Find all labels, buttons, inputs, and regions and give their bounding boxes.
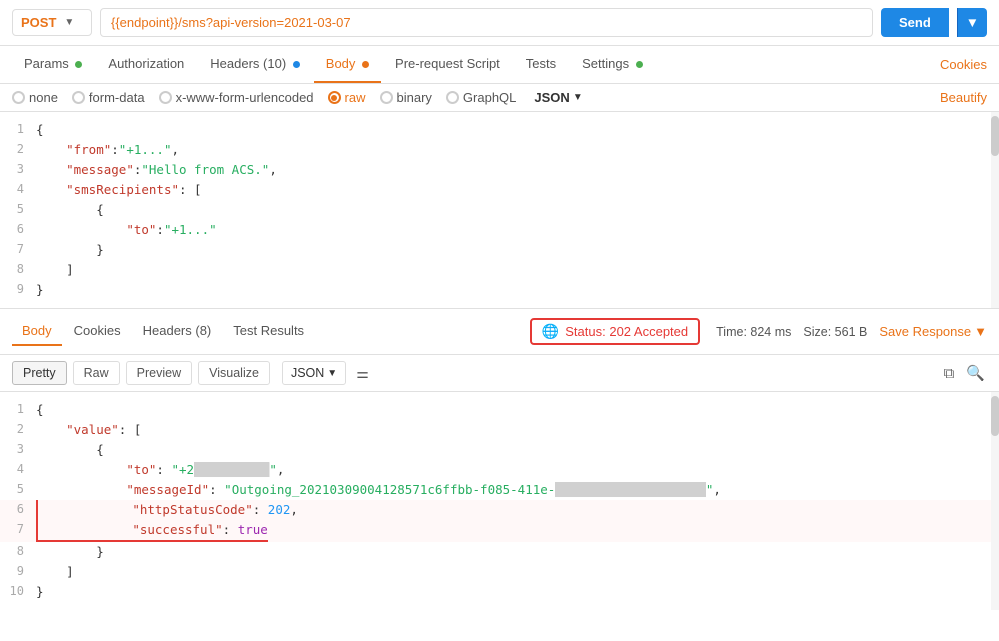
format-urlencoded[interactable]: x-www-form-urlencoded [159, 90, 314, 105]
req-line-8: 8 ] [0, 260, 999, 280]
resp-action-icons: ⧉ 🔍 [942, 362, 987, 384]
top-bar: POST ▼ Send ▼ [0, 0, 999, 46]
resp-tab-cookies[interactable]: Cookies [64, 317, 131, 346]
req-line-7: 7 } [0, 240, 999, 260]
req-line-3: 3 "message":"Hello from ACS.", [0, 160, 999, 180]
form-data-radio[interactable] [72, 91, 85, 104]
method-label: POST [21, 15, 56, 30]
format-none[interactable]: none [12, 90, 58, 105]
headers-dot [293, 61, 300, 68]
resp-tab-test-results[interactable]: Test Results [223, 317, 314, 346]
resp-line-4: 4 "to": "+2██████████", [0, 460, 999, 480]
req-line-2: 2 "from":"+1...", [0, 140, 999, 160]
view-visualize[interactable]: Visualize [198, 361, 270, 385]
resp-line-8: 8 } [0, 542, 999, 562]
method-chevron: ▼ [64, 17, 74, 28]
resp-line-6: 6 "httpStatusCode": 202, [0, 500, 999, 520]
cookies-link[interactable]: Cookies [940, 57, 987, 72]
status-text: Status: 202 Accepted [565, 324, 688, 339]
format-form-data[interactable]: form-data [72, 90, 145, 105]
save-response-button[interactable]: Save Response ▼ [879, 324, 987, 339]
time-info: Time: 824 ms [716, 325, 791, 339]
resp-scroll-thumb [991, 396, 999, 436]
resp-scrollbar-v[interactable] [991, 392, 999, 610]
req-line-1: 1 { [0, 120, 999, 140]
resp-line-7: 7 "successful": true [0, 520, 999, 542]
urlencoded-radio[interactable] [159, 91, 172, 104]
json-type-select[interactable]: JSON ▼ [534, 90, 582, 105]
scroll-thumb [991, 116, 999, 156]
view-pretty[interactable]: Pretty [12, 361, 67, 385]
req-line-6: 6 "to":"+1..." [0, 220, 999, 240]
size-info: Size: 561 B [803, 325, 867, 339]
tab-prerequest[interactable]: Pre-request Script [383, 46, 512, 83]
response-header: Body Cookies Headers (8) Test Results 🌐 … [0, 309, 999, 355]
body-dot [362, 61, 369, 68]
resp-line-1: 1 { [0, 400, 999, 420]
globe-icon: 🌐 [542, 323, 559, 340]
save-response-chevron: ▼ [974, 324, 987, 339]
graphql-radio[interactable] [446, 91, 459, 104]
settings-dot [636, 61, 643, 68]
resp-line-2: 2 "value": [ [0, 420, 999, 440]
resp-tab-body[interactable]: Body [12, 317, 62, 346]
view-raw[interactable]: Raw [73, 361, 120, 385]
format-graphql[interactable]: GraphQL [446, 90, 516, 105]
none-radio[interactable] [12, 91, 25, 104]
tab-params[interactable]: Params [12, 46, 94, 83]
resp-line-9: 9 ] [0, 562, 999, 582]
nav-tabs: Params Authorization Headers (10) Body P… [0, 46, 999, 84]
json-type-chevron: ▼ [573, 92, 583, 103]
tab-authorization[interactable]: Authorization [96, 46, 196, 83]
format-binary[interactable]: binary [380, 90, 432, 105]
tab-settings[interactable]: Settings [570, 46, 655, 83]
scrollbar-v[interactable] [991, 112, 999, 308]
format-bar: none form-data x-www-form-urlencoded raw… [0, 84, 999, 112]
resp-line-10: 10 } [0, 582, 999, 602]
resp-json-label: JSON [291, 366, 324, 380]
meta-info: Time: 824 ms Size: 561 B Save Response ▼ [716, 324, 987, 339]
status-badge: 🌐 Status: 202 Accepted [530, 318, 700, 345]
req-line-9: 9 } [0, 280, 999, 300]
raw-radio[interactable] [328, 91, 341, 104]
resp-json-chevron: ▼ [327, 368, 337, 379]
view-preview[interactable]: Preview [126, 361, 192, 385]
method-select[interactable]: POST ▼ [12, 9, 92, 36]
resp-json-select[interactable]: JSON ▼ [282, 361, 346, 385]
resp-tab-headers[interactable]: Headers (8) [133, 317, 222, 346]
tab-headers[interactable]: Headers (10) [198, 46, 311, 83]
search-icon[interactable]: 🔍 [964, 362, 987, 384]
send-dropdown-button[interactable]: ▼ [957, 8, 987, 37]
req-line-4: 4 "smsRecipients": [ [0, 180, 999, 200]
beautify-button[interactable]: Beautify [940, 90, 987, 105]
filter-icon[interactable]: ⚌ [356, 365, 369, 382]
resp-line-3: 3 { [0, 440, 999, 460]
tab-tests[interactable]: Tests [514, 46, 568, 83]
format-raw[interactable]: raw [328, 90, 366, 105]
binary-radio[interactable] [380, 91, 393, 104]
copy-icon[interactable]: ⧉ [942, 362, 957, 384]
req-line-5: 5 { [0, 200, 999, 220]
response-format-bar: Pretty Raw Preview Visualize JSON ▼ ⚌ ⧉ … [0, 355, 999, 392]
tab-body[interactable]: Body [314, 46, 381, 83]
params-dot [75, 61, 82, 68]
request-body-editor[interactable]: 1 { 2 "from":"+1...", 3 "message":"Hello… [0, 112, 999, 309]
send-button[interactable]: Send [881, 8, 949, 37]
json-type-label: JSON [534, 90, 569, 105]
url-input[interactable] [100, 8, 873, 37]
resp-line-5: 5 "messageId": "Outgoing_202103090041285… [0, 480, 999, 500]
response-tabs: Body Cookies Headers (8) Test Results [12, 317, 314, 346]
response-body-editor[interactable]: 1 { 2 "value": [ 3 { 4 "to": "+2████████… [0, 392, 999, 610]
